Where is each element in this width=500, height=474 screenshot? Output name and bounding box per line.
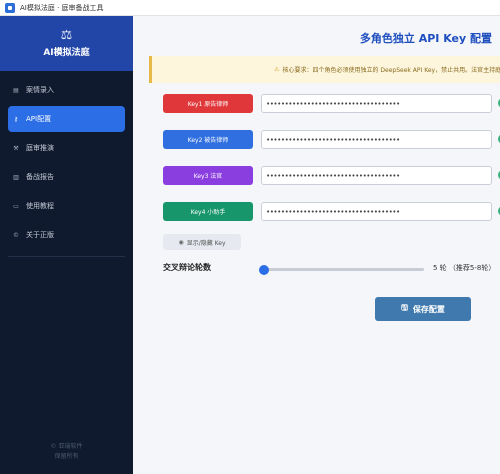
key-label-assistant: Key4 小助手: [163, 202, 253, 221]
sidebar-item-case-entry[interactable]: ▤ 案情录入: [8, 77, 125, 103]
sidebar-item-label: API配置: [26, 115, 52, 123]
key-row-3: Key3 法官 ••••••••••••••••••••••••••••••••…: [163, 166, 500, 185]
key-input-defendant[interactable]: ••••••••••••••••••••••••••••••••••••: [261, 130, 492, 149]
key-row-1: Key1 原告律师 ••••••••••••••••••••••••••••••…: [163, 94, 500, 113]
key-icon: ⚷: [13, 115, 19, 123]
sidebar-item-api-config[interactable]: ⚷ API配置: [8, 106, 125, 132]
key-input-assistant[interactable]: ••••••••••••••••••••••••••••••••••••: [261, 202, 492, 221]
key-label-defendant: Key2 被告律师: [163, 130, 253, 149]
page-title: 多角色独立 API Key 配置: [359, 32, 492, 45]
brand-name: AI模拟法庭: [43, 48, 90, 58]
notice-banner: ⚠ 核心要求：四个角色必须使用独立的 DeepSeek API Key，禁止共用…: [149, 56, 500, 83]
save-config-label: 保存配置: [412, 304, 445, 314]
key-row-4: Key4 小助手 •••••••••••••••••••••••••••••••…: [163, 202, 500, 221]
save-config-button[interactable]: 🖫 保存配置: [375, 297, 471, 321]
sidebar-divider: [8, 256, 125, 257]
key-label-plaintiff: Key1 原告律师: [163, 94, 253, 113]
toggle-key-visibility-button[interactable]: ◉ 显示/隐藏 Key: [163, 234, 241, 250]
sidebar: ⚖ AI模拟法庭 ▤ 案情录入 ⚷ API配置 ⚒ 庭审推演 ▥ 备战报告 ▭ …: [0, 16, 133, 474]
title-bar: AI模拟法庭 · 庭审备战工具: [0, 0, 500, 16]
scales-icon: ⚖: [60, 28, 73, 43]
sidebar-item-label: 关于正版: [26, 231, 54, 239]
main-content: 多角色独立 API Key 配置 ⚠ 核心要求：四个角色必须使用独立的 Deep…: [133, 16, 500, 474]
rounds-value: 5 轮 （推荐5-8轮）: [433, 264, 496, 272]
gavel-icon: ⚒: [13, 144, 19, 152]
sidebar-item-label: 备战报告: [26, 173, 54, 181]
notice-text: 核心要求：四个角色必须使用独立的 DeepSeek API Key，禁止共用。法…: [282, 67, 500, 74]
warning-icon: ⚠: [274, 66, 280, 73]
app-icon: [5, 2, 15, 13]
book-icon: ▭: [13, 202, 19, 210]
sidebar-nav: ▤ 案情录入 ⚷ API配置 ⚒ 庭审推演 ▥ 备战报告 ▭ 使用教程 © 关于…: [0, 77, 133, 257]
copyright-icon: ©: [13, 231, 19, 239]
sidebar-item-label: 案情录入: [26, 86, 54, 94]
sidebar-item-report[interactable]: ▥ 备战报告: [8, 164, 125, 190]
key-input-judge[interactable]: ••••••••••••••••••••••••••••••••••••: [261, 166, 492, 185]
sidebar-item-tutorial[interactable]: ▭ 使用教程: [8, 193, 125, 219]
doc-icon: ▤: [13, 86, 19, 94]
key-row-2: Key2 被告律师 ••••••••••••••••••••••••••••••…: [163, 130, 500, 149]
brand: ⚖ AI模拟法庭: [0, 16, 133, 71]
rounds-slider[interactable]: [259, 265, 424, 275]
report-icon: ▥: [13, 173, 19, 181]
window-title: AI模拟法庭 · 庭审备战工具: [20, 3, 104, 12]
slider-handle[interactable]: [259, 265, 269, 275]
footer-line-2: 保留所有: [54, 453, 79, 460]
sidebar-item-label: 庭审推演: [26, 144, 54, 152]
sidebar-footer: © 亚瑞软件 保留所有: [0, 442, 133, 462]
key-label-judge: Key3 法官: [163, 166, 253, 185]
footer-line-1: © 亚瑞软件: [50, 443, 83, 450]
sidebar-item-trial-sim[interactable]: ⚒ 庭审推演: [8, 135, 125, 161]
toggle-key-label: 显示/隐藏 Key: [186, 239, 226, 247]
sidebar-item-label: 使用教程: [26, 202, 54, 210]
key-input-plaintiff[interactable]: ••••••••••••••••••••••••••••••••••••: [261, 94, 492, 113]
rounds-label: 交叉辩论轮数: [163, 263, 211, 272]
eye-icon: ◉: [178, 238, 184, 246]
sidebar-item-about[interactable]: © 关于正版: [8, 222, 125, 248]
save-icon: 🖫: [401, 303, 408, 312]
